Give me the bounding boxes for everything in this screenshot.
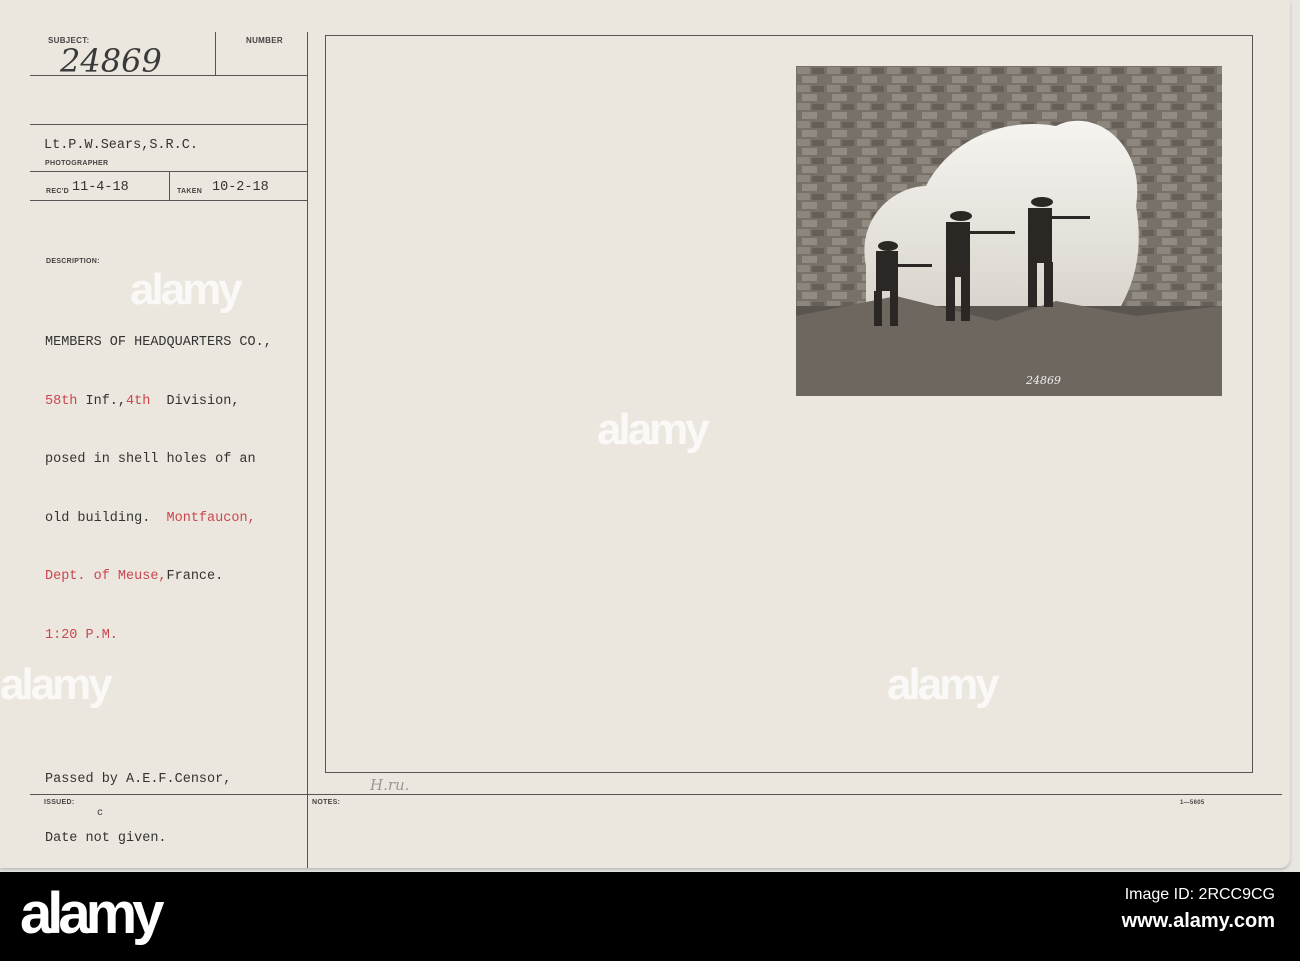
censor-line: Passed by A.E.F.Censor, <box>45 772 232 787</box>
censor-line: Date not given. <box>45 830 167 846</box>
censor-note: Passed by A.E.F.Censor, Date not given. <box>45 731 231 887</box>
footer-band: alamy Image ID: 2RCC9CG www.alamy.com <box>0 872 1300 961</box>
description-line: Dept. of Meuse,France. <box>45 567 272 587</box>
notes-label: NOTES: <box>312 799 341 806</box>
description-line: posed in shell holes of an <box>45 452 256 467</box>
watermark: alamy <box>130 265 243 314</box>
description-label: DESCRIPTION: <box>46 258 100 265</box>
text-red: Montfaucon, <box>166 510 256 526</box>
recd-label: REC'D <box>46 188 69 195</box>
text-red: 58th <box>45 393 78 409</box>
photographer-name: Lt.P.W.Sears,S.R.C. <box>44 138 198 153</box>
text-red: 4th <box>126 393 151 409</box>
alamy-logo: alamy <box>20 881 164 946</box>
taken-label: TAKEN <box>177 188 203 195</box>
description-line: MEMBERS OF HEADQUARTERS CO., <box>45 335 272 350</box>
watermark: alamy <box>0 660 113 709</box>
image-id: Image ID: 2RCC9CG <box>1124 886 1275 903</box>
text: France. <box>166 569 224 584</box>
text-red: Dept. of Meuse, <box>45 569 167 584</box>
watermark: alamy <box>887 660 1000 709</box>
divider <box>215 32 216 75</box>
text: Division, <box>150 393 240 409</box>
recd-date: 11-4-18 <box>72 180 129 195</box>
description-line: 58th Inf.,4th Division, <box>45 392 272 412</box>
divider <box>307 32 308 868</box>
archive-photo-card: SUBJECT: 24869 NUMBER Lt.P.W.Sears,S.R.C… <box>0 0 1290 868</box>
website-url: www.alamy.com <box>1121 910 1275 932</box>
notes-handwriting: H.ru. <box>370 776 410 794</box>
taken-date: 10-2-18 <box>212 180 269 195</box>
watermark: alamy <box>597 405 710 454</box>
photographer-label: PHOTOGRAPHER <box>45 160 109 167</box>
photo-number: 24869 <box>1025 374 1061 387</box>
form-number: 1—5605 <box>1180 800 1205 806</box>
description-line: 1:20 P.M. <box>45 627 118 643</box>
soldiers-photograph: 24869 <box>796 66 1222 396</box>
issued-label: ISSUED: <box>44 799 75 806</box>
issued-mark: c <box>97 808 104 819</box>
divider <box>169 171 170 201</box>
description-line: old building. Montfaucon, <box>45 509 272 529</box>
description-text: MEMBERS OF HEADQUARTERS CO., 58th Inf.,4… <box>45 294 272 684</box>
text: old building. <box>45 510 167 526</box>
divider <box>30 124 307 125</box>
divider <box>30 200 307 201</box>
text: Inf., <box>77 393 127 409</box>
number-label: NUMBER <box>246 36 283 45</box>
subject-number: 24869 <box>60 42 162 80</box>
